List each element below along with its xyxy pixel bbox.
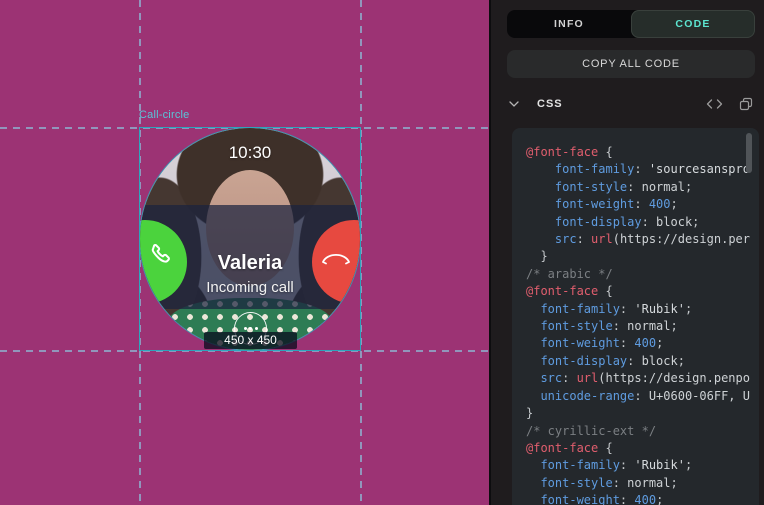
chevron-down-icon[interactable] <box>509 101 519 107</box>
css-section-header[interactable]: CSS <box>507 92 755 116</box>
caller-name: Valeria <box>140 252 360 275</box>
app-window: Call-circle 10:30 Valeria Incoming call <box>0 0 764 505</box>
clock-time: 10:30 <box>140 143 360 163</box>
frame-name-label[interactable]: Call-circle <box>139 109 189 121</box>
tab-code-label: CODE <box>675 18 710 30</box>
selection-size-badge: 450 x 450 <box>204 332 297 349</box>
css-section-actions <box>706 97 755 111</box>
inspect-panel: INFO CODE COPY ALL CODE CSS <box>489 0 764 505</box>
design-canvas[interactable]: Call-circle 10:30 Valeria Incoming call <box>0 0 489 505</box>
call-status: Incoming call <box>140 279 360 296</box>
view-code-icon[interactable] <box>706 99 723 109</box>
tab-info-label: INFO <box>554 18 584 30</box>
panel-tab-bar: INFO CODE <box>507 10 755 38</box>
code-lines: @font-face { font-family: 'sourcesanspro… <box>526 144 759 505</box>
tab-info[interactable]: INFO <box>507 10 631 38</box>
copy-code-icon[interactable] <box>739 97 753 111</box>
code-block: @font-face { font-family: 'sourcesanspro… <box>512 128 759 505</box>
css-section-label: CSS <box>537 98 563 110</box>
tab-code[interactable]: CODE <box>631 10 755 38</box>
copy-all-code-button[interactable]: COPY ALL CODE <box>507 50 755 78</box>
call-circle-frame[interactable]: 10:30 Valeria Incoming call <box>140 128 360 350</box>
code-scrollbar-thumb[interactable] <box>746 133 752 173</box>
